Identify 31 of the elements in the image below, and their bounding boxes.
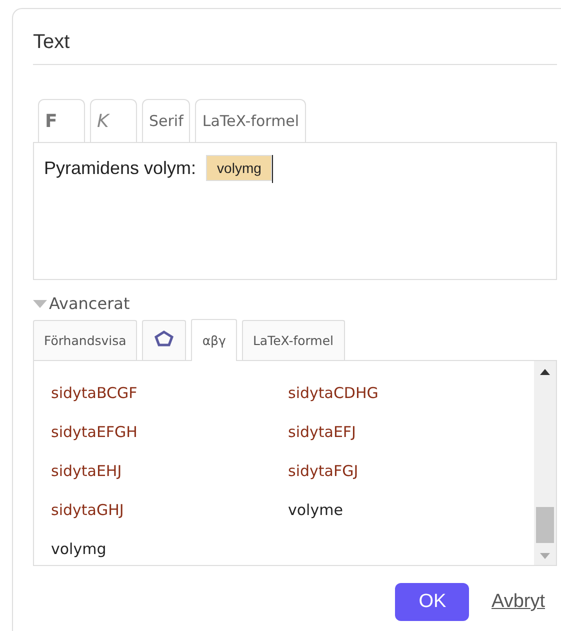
object-name[interactable]: sidytaEFJ	[288, 422, 534, 443]
scrollbar-thumb[interactable]	[536, 507, 554, 543]
format-button[interactable]: Serif	[142, 99, 190, 142]
tab[interactable]: Förhandsvisa	[33, 320, 138, 360]
tab[interactable]: LaTeX-formel	[242, 320, 345, 360]
ok-button[interactable]: OK	[395, 583, 470, 621]
object-name[interactable]: sidytaBCGF	[51, 383, 288, 404]
text-caret	[272, 155, 274, 183]
pentagon-icon	[153, 329, 176, 349]
format-button[interactable]: LaTeX-formel	[195, 99, 306, 142]
object-name[interactable]: volyme	[288, 500, 534, 521]
tab[interactable]	[142, 320, 186, 360]
text-editor[interactable]: Pyramidens volym: volymg	[33, 142, 557, 280]
advanced-label[interactable]: Avancerat	[49, 294, 130, 313]
object-name[interactable]: sidytaCDHG	[288, 383, 534, 404]
object-name[interactable]: sidytaGHJ	[51, 500, 288, 521]
object-name[interactable]: volymg	[51, 539, 288, 560]
cancel-link[interactable]: Avbryt	[491, 591, 545, 613]
tab[interactable]: αβγ	[191, 319, 237, 361]
scroll-up-icon[interactable]	[540, 369, 550, 375]
format-button[interactable]: K	[90, 99, 137, 142]
expand-triangle-icon[interactable]	[33, 300, 47, 309]
format-button[interactable]: F	[38, 99, 85, 142]
object-name[interactable]: sidytaEFGH	[51, 422, 288, 443]
scrollbar[interactable]	[534, 361, 556, 565]
editor-text: Pyramidens volym:	[44, 157, 196, 180]
object-name[interactable]: sidytaEHJ	[51, 461, 288, 482]
scroll-down-icon[interactable]	[540, 553, 550, 559]
dialog-title: Text	[33, 31, 71, 54]
object-name[interactable]: sidytaFGJ	[288, 461, 534, 482]
object-chip[interactable]: volymg	[206, 155, 272, 181]
